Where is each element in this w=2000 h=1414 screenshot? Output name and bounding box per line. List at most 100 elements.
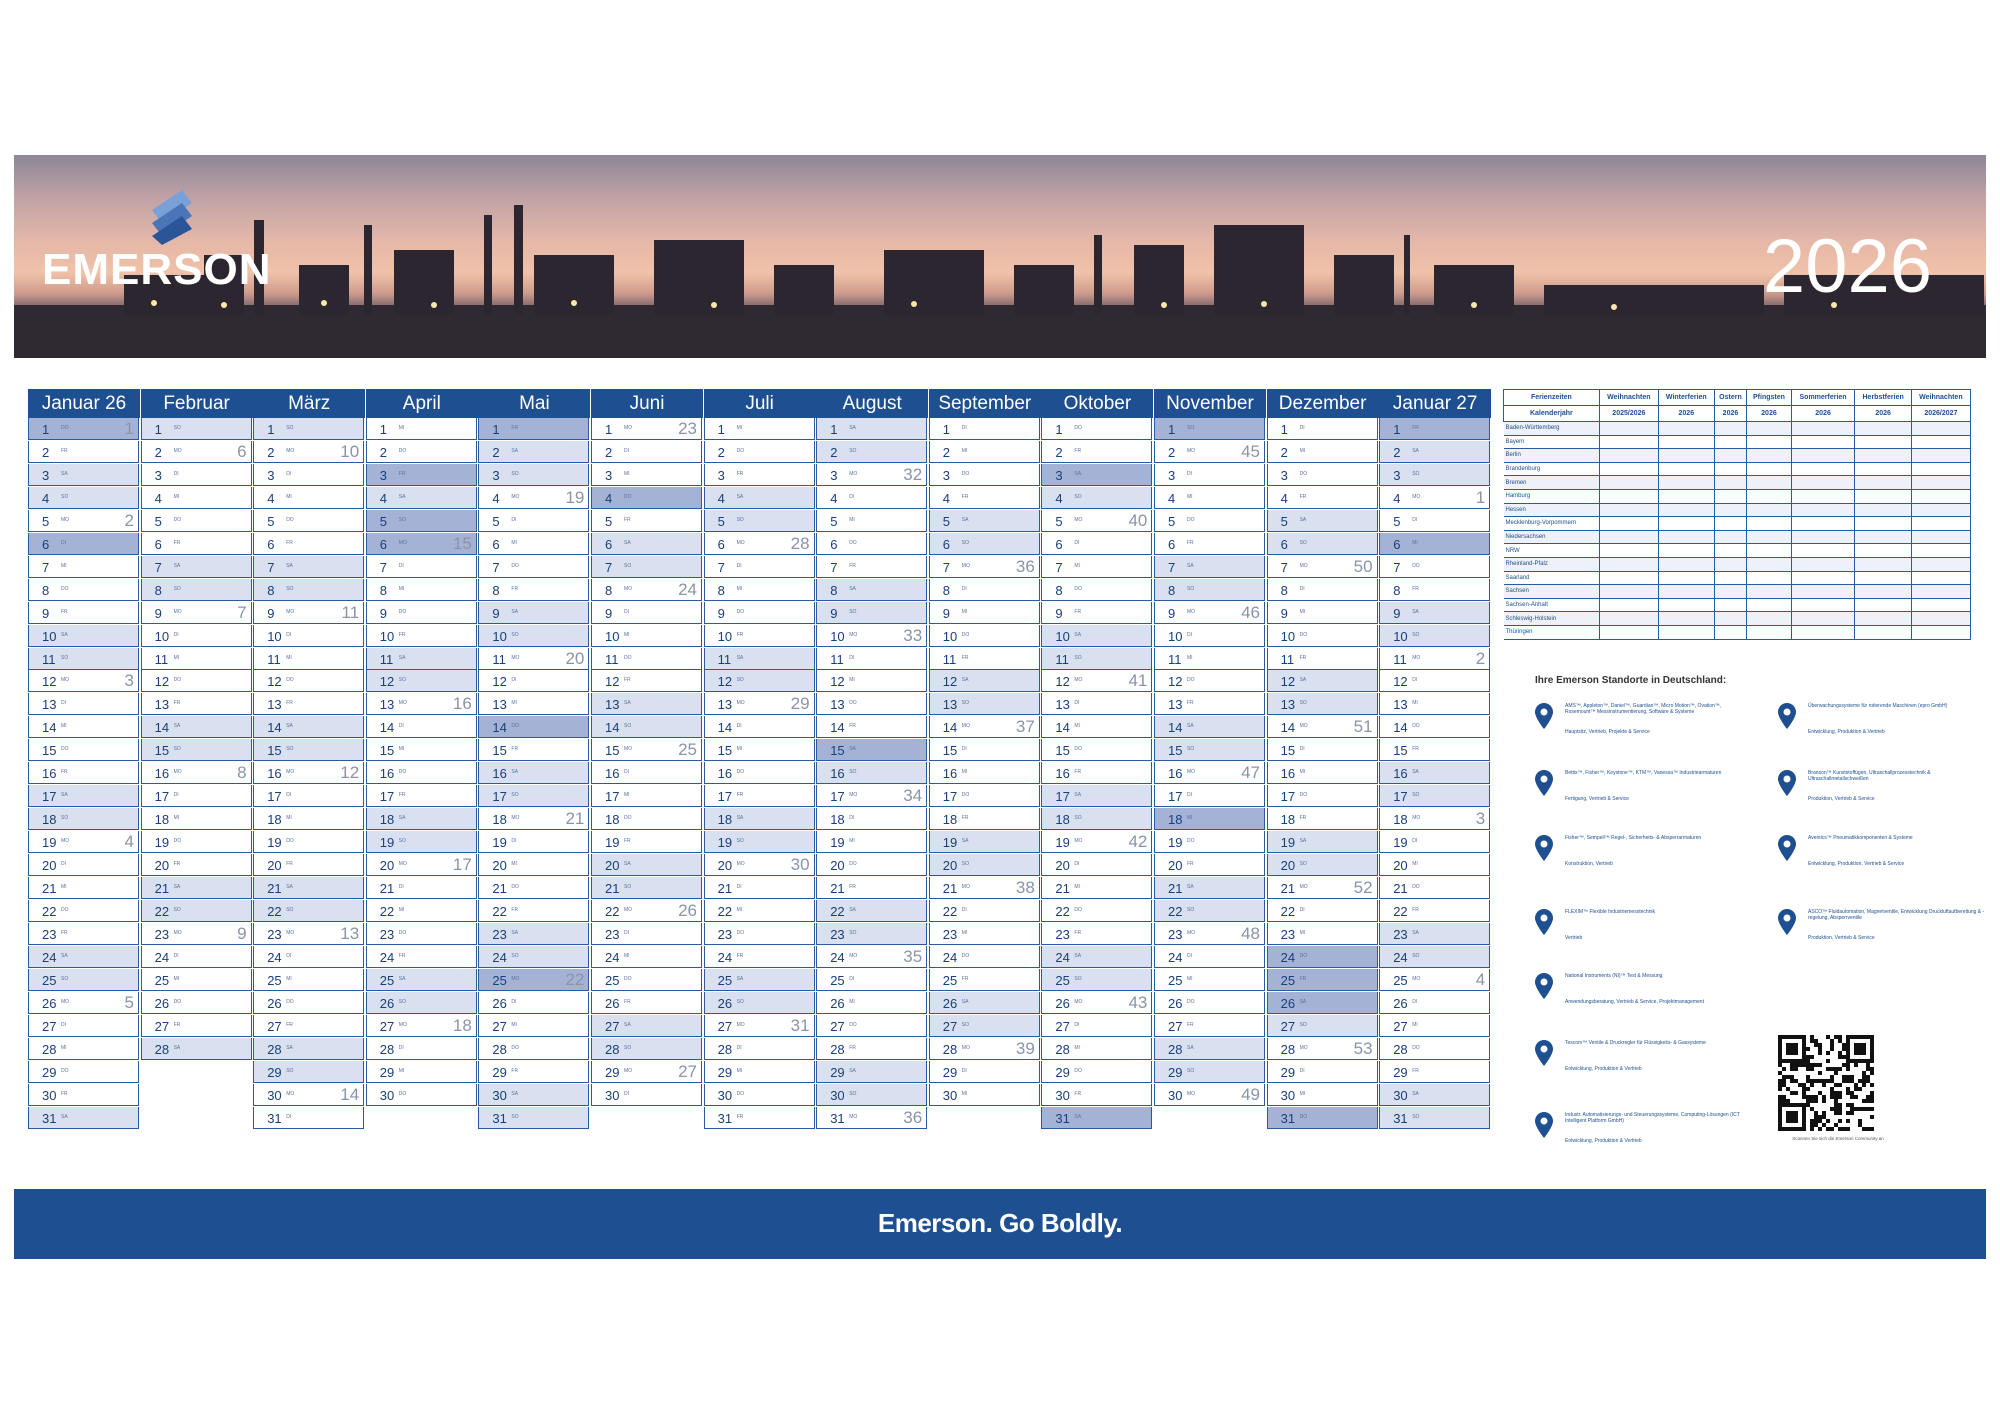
day-number: 21: [379, 881, 395, 896]
day-number: 21: [830, 881, 845, 896]
holiday-dates-cell: [1714, 489, 1748, 504]
weekday-label: MI: [1187, 654, 1193, 661]
day-cell: 12 MI: [816, 670, 928, 693]
day-cell: 11 MO 20: [478, 647, 590, 670]
holiday-dates-cell: [1714, 543, 1748, 558]
weekday-label: DO: [849, 700, 857, 707]
day-cell: 18 MO 3: [1379, 808, 1491, 831]
day-number: 8: [379, 582, 388, 598]
day-cell: 10 FR: [365, 624, 477, 647]
table-row: Schleswig-Holstein: [1503, 611, 1972, 626]
day-cell: 21 MI: [28, 877, 139, 899]
day-number: 2: [154, 444, 162, 460]
day-number: 24: [154, 949, 170, 965]
day-number: 4: [1055, 490, 1063, 506]
location-item: FLEXIM™ Flexible Industriemesstechnik Ver…: [1535, 909, 1745, 969]
day-cell: 26 DO: [140, 991, 252, 1014]
day-cell: 9 DO: [703, 601, 815, 624]
holiday-dates-cell: [1911, 503, 1972, 518]
day-cell: 10 SO: [1379, 624, 1491, 647]
day-cell: 6 FR: [1154, 532, 1265, 555]
day-cell: 7 DI: [703, 555, 815, 578]
day-number: 19: [717, 835, 733, 851]
weekday-label: DI: [1299, 906, 1305, 913]
weekday-label: MI: [1299, 447, 1306, 454]
day-cell: 30 FR: [28, 1083, 139, 1106]
footer-bar: Emerson. Go Boldly.: [14, 1189, 1986, 1259]
day-cell: 30 FR: [1041, 1083, 1153, 1106]
day-cell: 26 DO: [253, 991, 365, 1014]
weekday-label: DO: [1299, 952, 1308, 959]
day-number: 10: [154, 628, 170, 644]
weekday-label: DI: [1074, 861, 1080, 868]
weekday-label: MO: [1299, 562, 1308, 569]
day-cell: 28 DO: [478, 1037, 590, 1060]
day-number: 4: [830, 490, 838, 506]
day-cell: 3 SO: [478, 463, 590, 486]
day-number: 12: [1280, 674, 1296, 690]
calendar-week-number: 1: [1475, 487, 1486, 507]
day-cell: 18 MI: [140, 808, 252, 831]
location-title: Industr. Automatisierungs- und Steuerung…: [1565, 1112, 1740, 1124]
day-cell: 29 DO: [1041, 1060, 1153, 1083]
day-cell: 12 DO: [1154, 670, 1265, 693]
day-cell: 23 MI: [1266, 922, 1378, 945]
month-name: Juni: [591, 389, 703, 418]
weekday-label: DO: [1299, 631, 1308, 638]
weekday-label: MO: [1299, 723, 1308, 730]
weekday-label: DO: [61, 1067, 69, 1074]
weekday-label: MI: [1412, 1021, 1418, 1028]
holidays-column-header: Weihnachten: [1910, 389, 1972, 406]
day-number: 10: [1055, 628, 1070, 644]
day-number: 22: [1280, 903, 1296, 919]
day-cell: 5 DO: [1154, 509, 1265, 532]
map-pin-icon: [1778, 835, 1796, 861]
day-number: 30: [717, 1087, 733, 1103]
weekday-label: SO: [398, 516, 407, 523]
map-pin-icon: [1778, 770, 1796, 796]
day-number: 23: [267, 926, 282, 942]
day-number: 3: [717, 467, 725, 483]
weekday-label: DO: [1412, 562, 1420, 569]
weekday-label: SA: [1187, 1044, 1194, 1051]
weekday-label: SA: [1412, 1090, 1419, 1097]
holiday-dates-cell: [1746, 421, 1792, 436]
weekday-label: SO: [1074, 975, 1082, 982]
table-row: Baden-Württemberg: [1503, 421, 1972, 436]
location-title: Fisher™, Sempell™ Regel-, Sicherheits- &…: [1565, 835, 1702, 841]
day-number: 30: [1168, 1087, 1183, 1103]
day-number: 5: [492, 513, 500, 529]
day-cell: 23 DO: [703, 922, 815, 945]
weekday-label: SO: [736, 838, 744, 845]
holiday-dates-cell: [1791, 475, 1856, 490]
holiday-dates-cell: [1599, 557, 1659, 572]
day-cell: 7 DO: [1379, 555, 1491, 578]
day-number: 24: [267, 949, 282, 965]
day-number: 18: [717, 812, 733, 828]
holiday-dates-cell: [1791, 571, 1856, 586]
day-cell: 25 SA: [365, 968, 477, 991]
calendar-week-number: 19: [565, 487, 585, 507]
weekday-label: MI: [1299, 769, 1306, 776]
day-cell: 13 MO 16: [365, 693, 477, 716]
day-cell: 7 SA: [140, 555, 252, 578]
day-cell: 24 SO: [478, 945, 590, 968]
weekday-label: MI: [1074, 884, 1080, 890]
weekday-label: MO: [61, 998, 70, 1005]
day-cell: 12 SO: [703, 670, 815, 693]
day-number: 22: [830, 903, 845, 919]
day-number: 18: [154, 812, 170, 828]
day-number: 4: [1168, 490, 1176, 506]
day-cell: 13 DI: [28, 693, 139, 716]
holiday-dates-cell: [1746, 448, 1792, 463]
day-number: 2: [492, 444, 500, 460]
day-cell: 4 SA: [703, 486, 815, 509]
day-cell: 28 DO: [1379, 1037, 1491, 1060]
weekday-label: DI: [961, 425, 967, 431]
day-cell: 22 SO: [253, 899, 365, 922]
day-number: 27: [379, 1018, 395, 1034]
weekday-label: MI: [849, 677, 855, 684]
day-cell: 14 MI: [28, 716, 139, 739]
weekday-label: SA: [849, 746, 856, 753]
holiday-dates-cell: [1746, 475, 1792, 490]
